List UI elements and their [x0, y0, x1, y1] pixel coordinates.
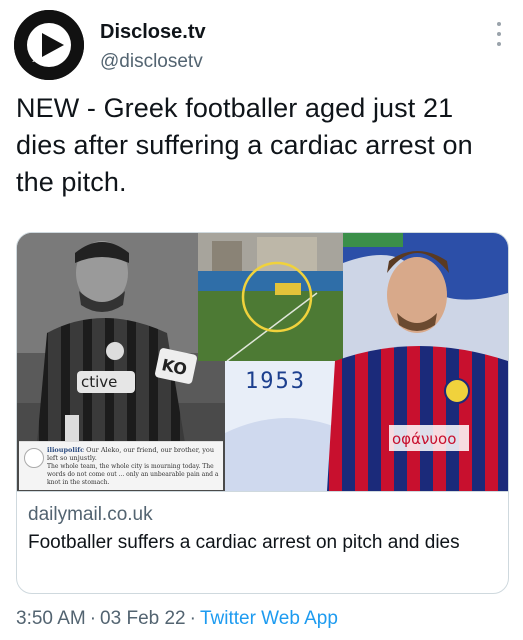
caption-line2: The whole team, the whole city is mourni… — [47, 463, 219, 486]
separator-dot: · — [189, 608, 196, 629]
tweet-header: Disclose.tv @disclosetv — [14, 10, 509, 80]
tweet-time[interactable]: 3:50 AM — [16, 608, 86, 629]
avatar[interactable] — [14, 10, 84, 80]
tweet-meta: 3:50 AM · 03 Feb 22 · Twitter Web App — [16, 608, 338, 630]
card-divider — [17, 491, 508, 492]
caption-line1: ilioupolifc Our Aleko, our friend, our b… — [47, 446, 215, 462]
tweet-date[interactable]: 03 Feb 22 — [100, 608, 186, 629]
card-domain: dailymail.co.uk — [28, 504, 153, 525]
source-app-link[interactable]: Twitter Web App — [200, 608, 338, 629]
card-title[interactable]: Footballer suffers a cardiac arrest on p… — [28, 529, 498, 557]
card-image[interactable]: ctive KO 1953 οφάνυοο ilioupolifc Our Al… — [17, 233, 508, 491]
caption-avatar — [24, 448, 44, 468]
account-handle[interactable]: @disclosetv — [100, 51, 203, 73]
jersey-right-text: οφάνυοο — [392, 430, 456, 448]
disclose-logo-icon — [14, 10, 84, 80]
year-text: 1953 — [245, 369, 306, 394]
link-card[interactable]: ctive KO 1953 οφάνυοο ilioupolifc Our Al… — [16, 232, 509, 594]
more-options-icon[interactable] — [489, 22, 509, 46]
instagram-caption: ilioupolifc Our Aleko, our friend, our b… — [19, 441, 223, 490]
tweet-text: NEW - Greek footballer aged just 21 dies… — [16, 93, 473, 197]
separator-dot: · — [89, 608, 97, 629]
account-name[interactable]: Disclose.tv — [100, 21, 206, 44]
jersey-left-text: ctive — [81, 373, 117, 391]
